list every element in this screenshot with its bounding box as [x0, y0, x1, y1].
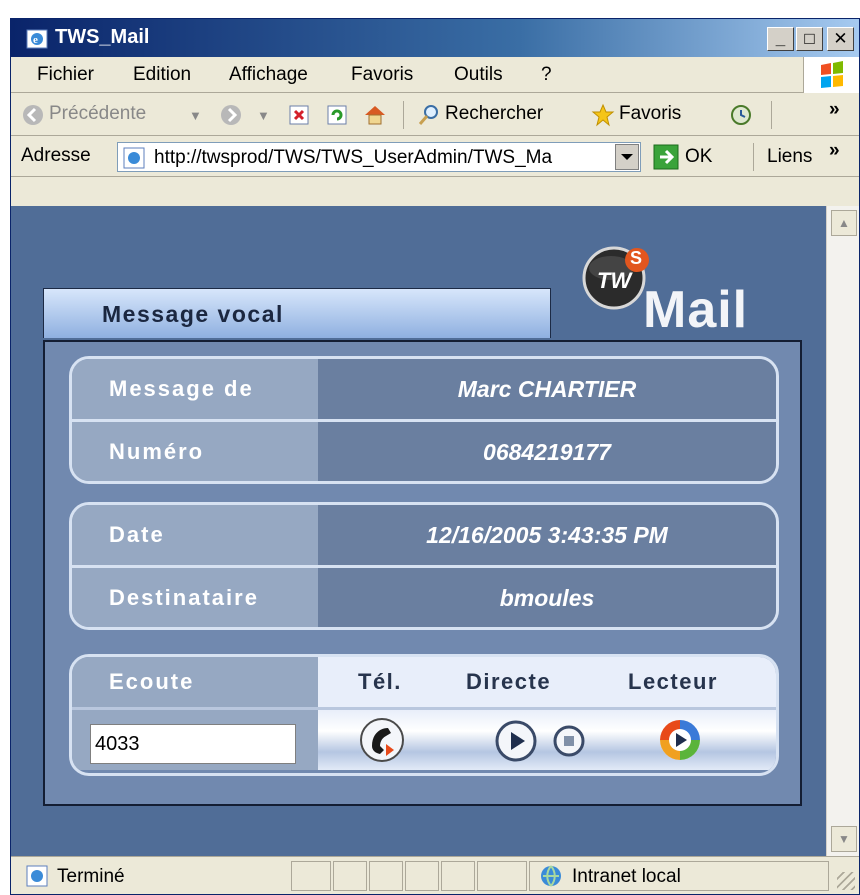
menu-bar: Fichier Edition Affichage Favoris Outils…: [11, 57, 859, 93]
col-phone-header: Tél.: [358, 669, 402, 694]
extension-input[interactable]: [90, 724, 296, 764]
ie-icon: e: [26, 29, 48, 49]
window-title: TWS_Mail: [55, 26, 150, 48]
go-button[interactable]: OK: [685, 146, 712, 168]
go-arrow-icon[interactable]: [653, 144, 679, 170]
logo-s: S: [630, 248, 643, 268]
stop-icon[interactable]: [552, 724, 586, 758]
refresh-icon[interactable]: [325, 103, 349, 127]
address-dropdown-button[interactable]: [615, 144, 639, 170]
close-button[interactable]: ✕: [827, 27, 854, 51]
message-panel: Message de Marc CHARTIER Numéro 06842191…: [43, 340, 802, 806]
menu-outils[interactable]: Outils: [454, 64, 503, 86]
listen-columns: Tél. Directe Lecteur: [318, 657, 776, 707]
toolbar: Précédente ▼ ▼ Rechercher Favoris »: [11, 94, 859, 136]
favorites-star-icon[interactable]: [591, 103, 615, 127]
tab-title: Message vocal: [102, 301, 284, 327]
svg-text:e: e: [33, 34, 38, 46]
recipient-label: Destinataire: [72, 568, 318, 627]
toolbar-separator: [771, 101, 772, 129]
history-icon[interactable]: [729, 103, 753, 127]
back-dropdown-icon[interactable]: ▼: [189, 108, 202, 123]
minimize-button[interactable]: _: [767, 27, 794, 51]
search-button[interactable]: Rechercher: [445, 103, 543, 125]
links-chevron-icon[interactable]: »: [829, 140, 840, 162]
toolbar-chevron-icon[interactable]: »: [829, 99, 840, 121]
listen-header: Ecoute Tél. Directe Lecteur: [72, 657, 776, 707]
sender-value: Marc CHARTIER: [318, 359, 776, 419]
links-button[interactable]: Liens: [767, 146, 812, 168]
phone-icon[interactable]: [358, 716, 406, 764]
play-icon[interactable]: [494, 719, 538, 763]
logo-badge: TW: [597, 268, 632, 293]
forward-arrow-icon[interactable]: [219, 103, 243, 127]
windows-logo: [803, 57, 859, 93]
vertical-scrollbar[interactable]: ▲ ▼: [826, 206, 859, 856]
recipient-row: Destinataire bmoules: [72, 568, 776, 627]
media-player-icon[interactable]: [656, 716, 704, 764]
status-cell: [405, 861, 439, 891]
address-url: http://twsprod/TWS/TWS_UserAdmin/TWS_Ma: [154, 147, 553, 168]
tab-message-vocal[interactable]: Message vocal: [43, 288, 551, 338]
sender-label: Message de: [72, 359, 318, 419]
col-direct-header: Directe: [466, 669, 552, 694]
status-cell: [369, 861, 403, 891]
details-group: Date 12/16/2005 3:43:35 PM Destinataire …: [69, 502, 779, 630]
sender-group: Message de Marc CHARTIER Numéro 06842191…: [69, 356, 779, 484]
date-value: 12/16/2005 3:43:35 PM: [318, 505, 776, 565]
home-icon[interactable]: [363, 103, 387, 127]
tws-mail-logo: TW S Mail: [581, 238, 801, 344]
status-cell: [333, 861, 367, 891]
favorites-button[interactable]: Favoris: [619, 103, 681, 125]
listen-group: Ecoute Tél. Directe Lecteur: [69, 654, 779, 776]
page-status-icon: [26, 865, 48, 887]
windows-flag-icon: [821, 61, 843, 88]
scroll-down-icon[interactable]: ▼: [831, 826, 857, 852]
menu-help[interactable]: ?: [541, 64, 552, 86]
back-button[interactable]: Précédente: [49, 103, 146, 125]
number-value: 0684219177: [318, 422, 776, 481]
sender-row: Message de Marc CHARTIER: [72, 359, 776, 419]
page-viewport: TW S Mail Message vocal Message de Marc …: [11, 206, 826, 856]
listen-label: Ecoute: [72, 657, 318, 707]
menu-affichage[interactable]: Affichage: [229, 64, 308, 86]
toolbar-separator: [403, 101, 404, 129]
menu-edition[interactable]: Edition: [133, 64, 191, 86]
date-label: Date: [72, 505, 318, 565]
address-input[interactable]: http://twsprod/TWS/TWS_UserAdmin/TWS_Ma: [117, 142, 641, 172]
listen-controls: [72, 710, 776, 770]
title-bar[interactable]: e TWS_Mail _ □ ✕: [11, 19, 859, 57]
controls-cell: [318, 710, 776, 770]
address-separator: [753, 143, 754, 171]
recipient-value: bmoules: [318, 568, 776, 627]
maximize-button[interactable]: □: [796, 27, 823, 51]
date-row: Date 12/16/2005 3:43:35 PM: [72, 505, 776, 565]
number-label: Numéro: [72, 422, 318, 481]
menu-favoris[interactable]: Favoris: [351, 64, 413, 86]
scroll-up-icon[interactable]: ▲: [831, 210, 857, 236]
status-cell: [477, 861, 527, 891]
stop-icon[interactable]: [287, 103, 311, 127]
status-cell: [441, 861, 475, 891]
status-cell: [291, 861, 331, 891]
menu-fichier[interactable]: Fichier: [37, 64, 94, 86]
number-row: Numéro 0684219177: [72, 422, 776, 481]
chevron-down-icon: [621, 154, 633, 160]
logo-text: Mail: [643, 281, 749, 339]
forward-dropdown-icon[interactable]: ▼: [257, 108, 270, 123]
zone-cell: Intranet local: [529, 861, 829, 891]
status-bar: Terminé Intranet local: [11, 856, 859, 894]
resize-grip-icon[interactable]: [837, 872, 855, 890]
intranet-globe-icon: [541, 865, 561, 887]
search-icon[interactable]: [417, 103, 441, 127]
extension-cell: [72, 710, 318, 770]
status-text: Terminé: [57, 866, 125, 887]
browser-window: e TWS_Mail _ □ ✕ Fichier Edition Afficha…: [10, 18, 860, 895]
back-arrow-icon[interactable]: [21, 103, 45, 127]
col-player-header: Lecteur: [628, 669, 718, 694]
page-icon: [123, 147, 145, 169]
address-label: Adresse: [21, 145, 91, 166]
address-bar: Adresse http://twsprod/TWS/TWS_UserAdmin…: [11, 137, 859, 177]
zone-text: Intranet local: [572, 866, 681, 887]
